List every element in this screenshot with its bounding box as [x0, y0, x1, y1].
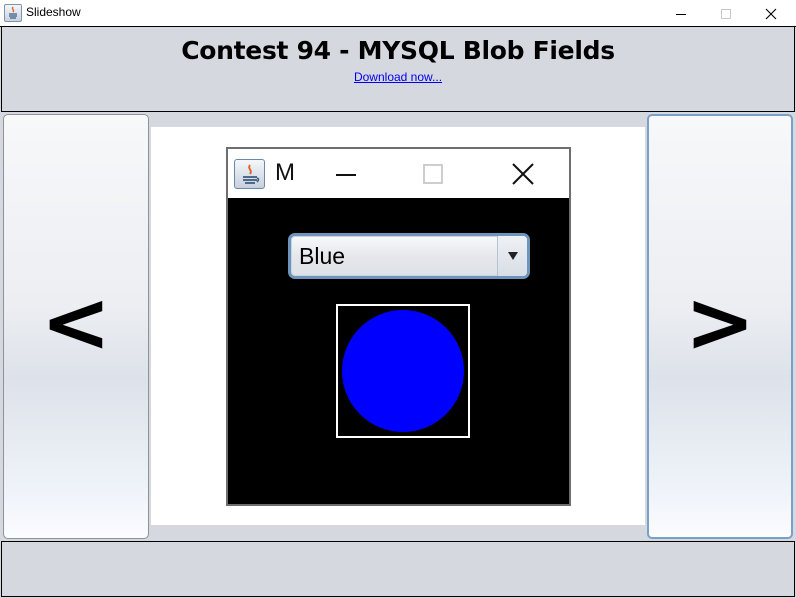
chevron-left-icon: <: [40, 272, 112, 371]
screenshot-window-title: M: [275, 159, 295, 186]
minimize-icon: [336, 174, 356, 176]
header-panel: Contest 94 - MYSQL Blob Fields Download …: [1, 27, 795, 112]
download-link[interactable]: Download now...: [2, 70, 794, 84]
triangle-down-icon: [507, 252, 518, 260]
minimize-icon: [676, 13, 686, 15]
window-title: Slideshow: [26, 5, 81, 19]
java-cup-icon: [234, 159, 265, 189]
close-icon: [765, 8, 777, 19]
screenshot-minimize-button: [326, 159, 366, 189]
window-titlebar: Slideshow: [0, 0, 796, 27]
combobox-selected-value: Blue: [299, 243, 346, 269]
footer-panel: [1, 541, 795, 597]
minimize-button[interactable]: [658, 0, 704, 27]
chevron-right-icon: >: [684, 272, 756, 371]
blue-circle: [342, 310, 464, 432]
slide-screenshot-window: M Blue: [226, 147, 571, 506]
color-combobox: Blue: [288, 233, 530, 279]
screenshot-maximize-button: [413, 159, 453, 189]
maximize-icon: [423, 164, 443, 184]
contest-title: Contest 94 - MYSQL Blob Fields: [181, 36, 615, 65]
screenshot-close-button: [503, 159, 543, 189]
java-cup-icon: [4, 4, 22, 22]
close-icon: [512, 163, 534, 185]
shape-frame: [336, 304, 470, 438]
close-button[interactable]: [748, 0, 794, 27]
previous-slide-button[interactable]: <: [3, 114, 149, 539]
next-slide-button[interactable]: >: [647, 114, 793, 539]
maximize-button[interactable]: [703, 0, 749, 27]
combobox-arrow-button: [497, 236, 527, 276]
screenshot-titlebar: M: [228, 149, 569, 198]
maximize-icon: [721, 8, 731, 19]
